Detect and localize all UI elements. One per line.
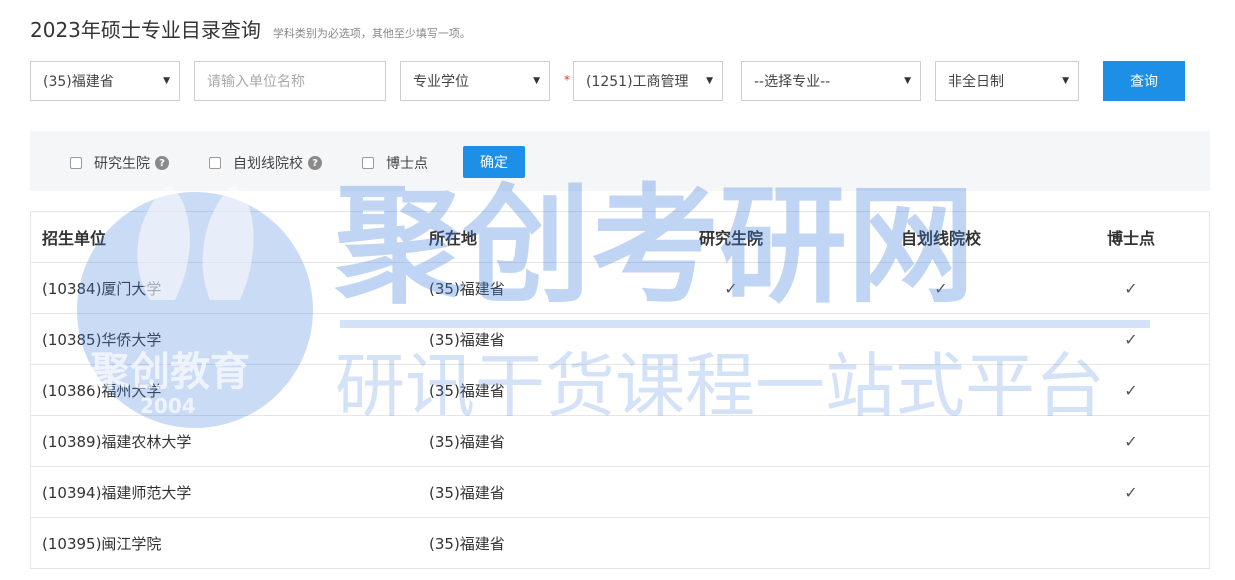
location-cell: (35)福建省 <box>429 330 505 349</box>
self-line-option[interactable]: 自划线院校 ? <box>209 153 322 173</box>
check-icon <box>671 314 791 364</box>
unit-cell[interactable]: (10395)闽江学院 <box>42 518 161 568</box>
self-line-checkbox[interactable] <box>209 157 221 169</box>
degree-type-select[interactable]: 专业学位 ▼ <box>400 61 550 101</box>
required-marker: * <box>564 73 570 87</box>
location-cell: (35)福建省 <box>429 483 505 502</box>
major-value: --选择专业-- <box>754 74 831 90</box>
unit-cell[interactable]: (10385)华侨大学 <box>42 314 161 364</box>
confirm-button[interactable]: 确定 <box>463 146 525 178</box>
header-phd: 博士点 <box>1106 229 1155 248</box>
dropdown-arrow-icon: ▼ <box>706 76 713 86</box>
dropdown-arrow-icon: ▼ <box>533 76 540 86</box>
location-cell: (35)福建省 <box>429 432 505 451</box>
grad-school-option[interactable]: 研究生院 ? <box>70 153 169 173</box>
header-unit: 招生单位 <box>42 229 107 248</box>
major-select[interactable]: --选择专业-- ▼ <box>741 61 921 101</box>
discipline-select[interactable]: (1251)工商管理 ▼ <box>573 61 723 101</box>
check-icon: ✓ <box>1124 482 1138 502</box>
query-button[interactable]: 查询 <box>1103 61 1185 101</box>
dropdown-arrow-icon: ▼ <box>904 76 911 86</box>
check-icon <box>881 365 1001 415</box>
results-table: 招生单位 所在地 研究生院 自划线院校 博士点 (10384)厦门大学 (35)… <box>30 211 1210 569</box>
title-row: 2023年硕士专业目录查询 学科类别为必选项，其他至少填写一项。 <box>30 14 471 43</box>
header-grad-school: 研究生院 <box>698 229 763 248</box>
page-hint: 学科类别为必选项，其他至少填写一项。 <box>272 27 471 40</box>
location-cell: (35)福建省 <box>429 534 505 553</box>
check-icon: ✓ <box>934 278 948 298</box>
unit-name-placeholder: 请输入单位名称 <box>207 74 305 90</box>
table-header: 招生单位 所在地 研究生院 自划线院校 博士点 <box>31 212 1209 262</box>
check-icon: ✓ <box>1124 278 1138 298</box>
table-row[interactable]: (10385)华侨大学 (35)福建省 ✓ <box>31 313 1209 364</box>
dropdown-arrow-icon: ▼ <box>163 76 170 86</box>
check-icon <box>881 314 1001 364</box>
check-icon <box>671 467 791 517</box>
table-row[interactable]: (10395)闽江学院 (35)福建省 <box>31 517 1209 568</box>
page-title: 2023年硕士专业目录查询 <box>30 18 261 42</box>
check-icon <box>881 416 1001 466</box>
table-row[interactable]: (10384)厦门大学 (35)福建省 ✓ ✓ ✓ <box>31 262 1209 313</box>
unit-name-input[interactable]: 请输入单位名称 <box>194 61 386 101</box>
check-icon: ✓ <box>724 278 738 298</box>
unit-cell[interactable]: (10389)福建农林大学 <box>42 416 191 466</box>
check-icon <box>881 518 1001 568</box>
header-self-line: 自划线院校 <box>900 229 981 248</box>
check-icon: ✓ <box>1124 380 1138 400</box>
help-icon[interactable]: ? <box>308 156 322 170</box>
study-mode-value: 非全日制 <box>948 74 1004 90</box>
location-cell: (35)福建省 <box>429 279 505 298</box>
discipline-value: (1251)工商管理 <box>586 74 689 90</box>
check-icon <box>671 416 791 466</box>
study-mode-select[interactable]: 非全日制 ▼ <box>935 61 1079 101</box>
grad-school-label: 研究生院 <box>94 156 150 172</box>
table-row[interactable]: (10389)福建农林大学 (35)福建省 ✓ <box>31 415 1209 466</box>
degree-type-value: 专业学位 <box>413 74 469 90</box>
table-row[interactable]: (10386)福州大学 (35)福建省 ✓ <box>31 364 1209 415</box>
help-icon[interactable]: ? <box>155 156 169 170</box>
unit-cell[interactable]: (10394)福建师范大学 <box>42 467 191 517</box>
phd-option[interactable]: 博士点 <box>362 153 428 173</box>
self-line-label: 自划线院校 <box>233 156 303 172</box>
location-cell: (35)福建省 <box>429 381 505 400</box>
province-select[interactable]: (35)福建省 ▼ <box>30 61 180 101</box>
check-icon <box>671 518 791 568</box>
check-icon <box>1071 518 1191 568</box>
unit-cell[interactable]: (10384)厦门大学 <box>42 263 161 313</box>
option-bar: 研究生院 ? 自划线院校 ? 博士点 确定 <box>30 131 1210 191</box>
phd-checkbox[interactable] <box>362 157 374 169</box>
check-icon <box>671 365 791 415</box>
unit-cell[interactable]: (10386)福州大学 <box>42 365 161 415</box>
check-icon: ✓ <box>1124 431 1138 451</box>
phd-label: 博士点 <box>386 156 428 172</box>
header-location: 所在地 <box>429 229 478 248</box>
grad-school-checkbox[interactable] <box>70 157 82 169</box>
dropdown-arrow-icon: ▼ <box>1062 76 1069 86</box>
table-row[interactable]: (10394)福建师范大学 (35)福建省 ✓ <box>31 466 1209 517</box>
province-value: (35)福建省 <box>43 74 114 90</box>
check-icon: ✓ <box>1124 329 1138 349</box>
check-icon <box>881 467 1001 517</box>
